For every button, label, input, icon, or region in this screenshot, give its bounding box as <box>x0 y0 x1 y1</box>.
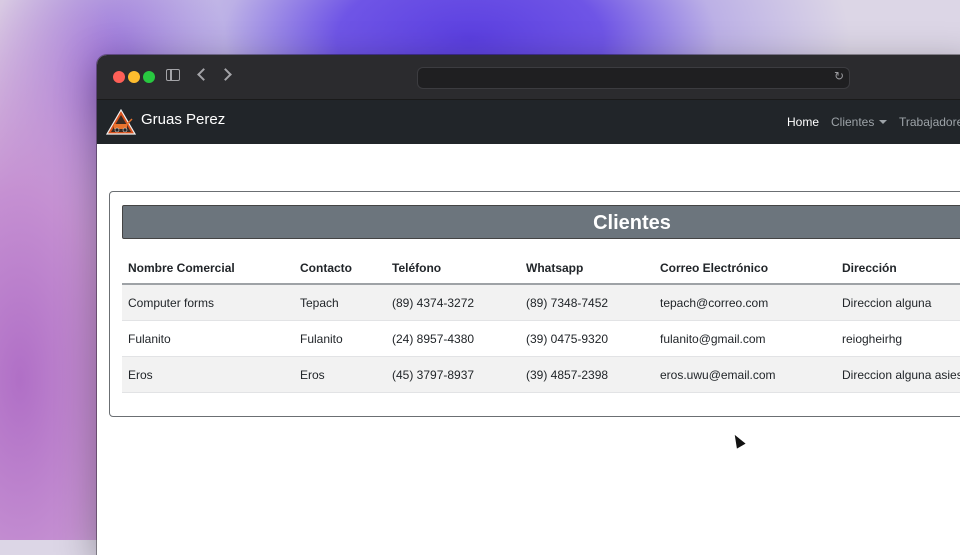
nav-trabajadores-link[interactable]: Trabajadore <box>899 115 960 129</box>
column-header: Dirección <box>836 253 960 285</box>
card-title: Clientes <box>122 205 960 239</box>
table-cell: Fulanito <box>122 320 294 357</box>
brand-name[interactable]: Gruas Perez <box>141 111 225 128</box>
minimize-window-button[interactable] <box>128 71 140 83</box>
table-cell: fulanito@gmail.com <box>654 320 836 357</box>
maximize-window-button[interactable] <box>143 71 155 83</box>
table-cell: (45) 3797-8937 <box>386 356 520 393</box>
table-row: Computer forms Tepach (89) 4374-3272 (89… <box>122 284 960 321</box>
clients-card: Clientes Nombre Comercial Contacto Teléf… <box>109 191 960 417</box>
reload-icon[interactable]: ↻ <box>834 69 844 83</box>
caret-down-icon <box>879 120 888 124</box>
site-navbar: Gruas Perez Home Clientes Trabajadore <box>97 100 960 144</box>
table-cell: (24) 8957-4380 <box>386 320 520 357</box>
table-cell: eros.uwu@email.com <box>654 356 836 393</box>
table-cell: reiogheirhg <box>836 320 960 357</box>
back-arrow-icon[interactable] <box>197 68 210 81</box>
column-header: Whatsapp <box>520 253 654 285</box>
table-cell: Computer forms <box>122 284 294 321</box>
table-cell: Eros <box>294 356 386 393</box>
table-cell: tepach@correo.com <box>654 284 836 321</box>
forward-arrow-icon[interactable] <box>219 68 232 81</box>
table-row: Eros Eros (45) 3797-8937 (39) 4857-2398 … <box>122 356 960 393</box>
column-header: Correo Electrónico <box>654 253 836 285</box>
table-cell: Tepach <box>294 284 386 321</box>
table-header-row: Nombre Comercial Contacto Teléfono Whats… <box>122 253 960 285</box>
table-cell: Direccion alguna asies <box>836 356 960 393</box>
nav-home-link[interactable]: Home <box>787 115 819 129</box>
browser-window: ↻ Gruas Perez Home Clientes Trabajadore … <box>97 55 960 555</box>
address-bar[interactable]: ↻ <box>417 67 850 89</box>
column-header: Teléfono <box>386 253 520 285</box>
clients-table: Nombre Comercial Contacto Teléfono Whats… <box>122 253 960 393</box>
table-cell: (39) 0475-9320 <box>520 320 654 357</box>
nav-clientes-label: Clientes <box>831 115 875 129</box>
column-header: Contacto <box>294 253 386 285</box>
nav-clientes-dropdown[interactable]: Clientes <box>831 115 888 129</box>
table-cell: Direccion alguna <box>836 284 960 321</box>
column-header: Nombre Comercial <box>122 253 294 285</box>
table-cell: (89) 4374-3272 <box>386 284 520 321</box>
table-cell: Fulanito <box>294 320 386 357</box>
table-cell: Eros <box>122 356 294 393</box>
table-cell: (89) 7348-7452 <box>520 284 654 321</box>
close-window-button[interactable] <box>113 71 125 83</box>
table-cell: (39) 4857-2398 <box>520 356 654 393</box>
table-row: Fulanito Fulanito (24) 8957-4380 (39) 04… <box>122 320 960 357</box>
sidebar-toggle-icon[interactable] <box>166 69 180 81</box>
browser-titlebar: ↻ <box>97 55 960 100</box>
tow-truck-logo-icon[interactable] <box>106 109 136 135</box>
